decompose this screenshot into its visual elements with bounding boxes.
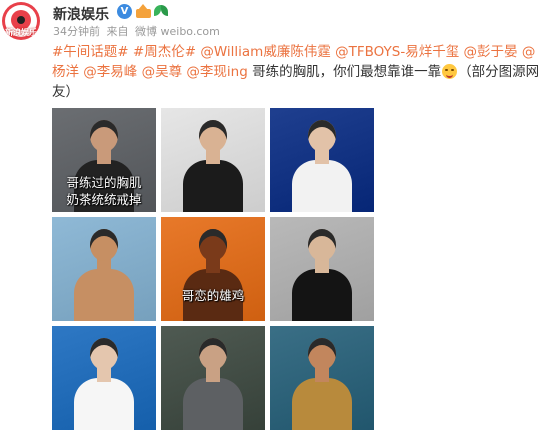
photo-thumbnail[interactable] bbox=[161, 326, 265, 430]
mention-link[interactable]: @李易峰 bbox=[83, 64, 137, 80]
mention-link[interactable]: @李现ing bbox=[186, 64, 247, 80]
person-head bbox=[308, 229, 336, 261]
photo-thumbnail[interactable] bbox=[270, 108, 374, 212]
person-head bbox=[199, 229, 227, 261]
eye-pupil-icon bbox=[17, 16, 25, 24]
post-source[interactable]: 微博 weibo.com bbox=[135, 25, 220, 38]
leaf-badge-icon bbox=[154, 3, 168, 19]
person-figure bbox=[292, 160, 352, 212]
photo-thumbnail[interactable]: 哥练过的胸肌 奶茶统统戒掉 bbox=[52, 108, 156, 212]
photo-thumbnail[interactable] bbox=[270, 326, 374, 430]
person-head bbox=[199, 120, 227, 152]
avatar[interactable]: 新浪娱乐 bbox=[2, 2, 40, 40]
photo-thumbnail[interactable] bbox=[52, 326, 156, 430]
crown-badge-icon bbox=[136, 3, 151, 19]
person-figure bbox=[292, 378, 352, 430]
photo-thumbnail[interactable] bbox=[161, 108, 265, 212]
photo-thumbnail[interactable] bbox=[52, 217, 156, 321]
verified-badge-icon: V bbox=[117, 4, 132, 19]
person-head bbox=[90, 120, 118, 152]
mention-link[interactable]: @吴尊 bbox=[142, 64, 183, 80]
photo-caption: 哥练过的胸肌 奶茶统统戒掉 bbox=[66, 175, 142, 207]
post-content: #午间话题# #周杰伦# @William威廉陈伟霆 @TFBOYS-易烊千玺 … bbox=[52, 42, 542, 102]
photo-grid: 哥练过的胸肌 奶茶统统戒掉哥恋的雄鸡 bbox=[52, 108, 376, 430]
photo-thumbnail[interactable] bbox=[270, 217, 374, 321]
person-figure bbox=[74, 378, 134, 430]
post-meta: 34分钟前 来自 微博 weibo.com bbox=[53, 23, 223, 39]
person-head bbox=[90, 338, 118, 370]
person-head bbox=[199, 338, 227, 370]
person-figure bbox=[74, 269, 134, 321]
person-head bbox=[308, 120, 336, 152]
post-text: 哥练的胸肌，你们最想靠谁一靠 bbox=[247, 64, 442, 80]
photo-caption: 哥恋的雄鸡 bbox=[181, 288, 245, 303]
author-name[interactable]: 新浪娱乐 bbox=[53, 4, 109, 24]
person-figure bbox=[292, 269, 352, 321]
source-prefix: 来自 bbox=[106, 25, 129, 38]
post-time[interactable]: 34分钟前 bbox=[53, 25, 100, 38]
person-figure bbox=[183, 160, 243, 212]
mention-link[interactable]: @TFBOYS-易烊千玺 bbox=[335, 44, 459, 60]
hashtag-link[interactable]: #周杰伦# bbox=[133, 44, 196, 60]
mention-link[interactable]: @William威廉陈伟霆 bbox=[200, 44, 330, 60]
smile-emoji-icon bbox=[442, 64, 458, 79]
photo-thumbnail[interactable]: 哥恋的雄鸡 bbox=[161, 217, 265, 321]
person-head bbox=[308, 338, 336, 370]
person-head bbox=[90, 229, 118, 261]
avatar-label: 新浪娱乐 bbox=[5, 28, 37, 37]
person-figure bbox=[183, 378, 243, 430]
mention-link[interactable]: @彭于晏 bbox=[464, 44, 518, 60]
hashtag-link[interactable]: #午间话题# bbox=[52, 44, 129, 60]
